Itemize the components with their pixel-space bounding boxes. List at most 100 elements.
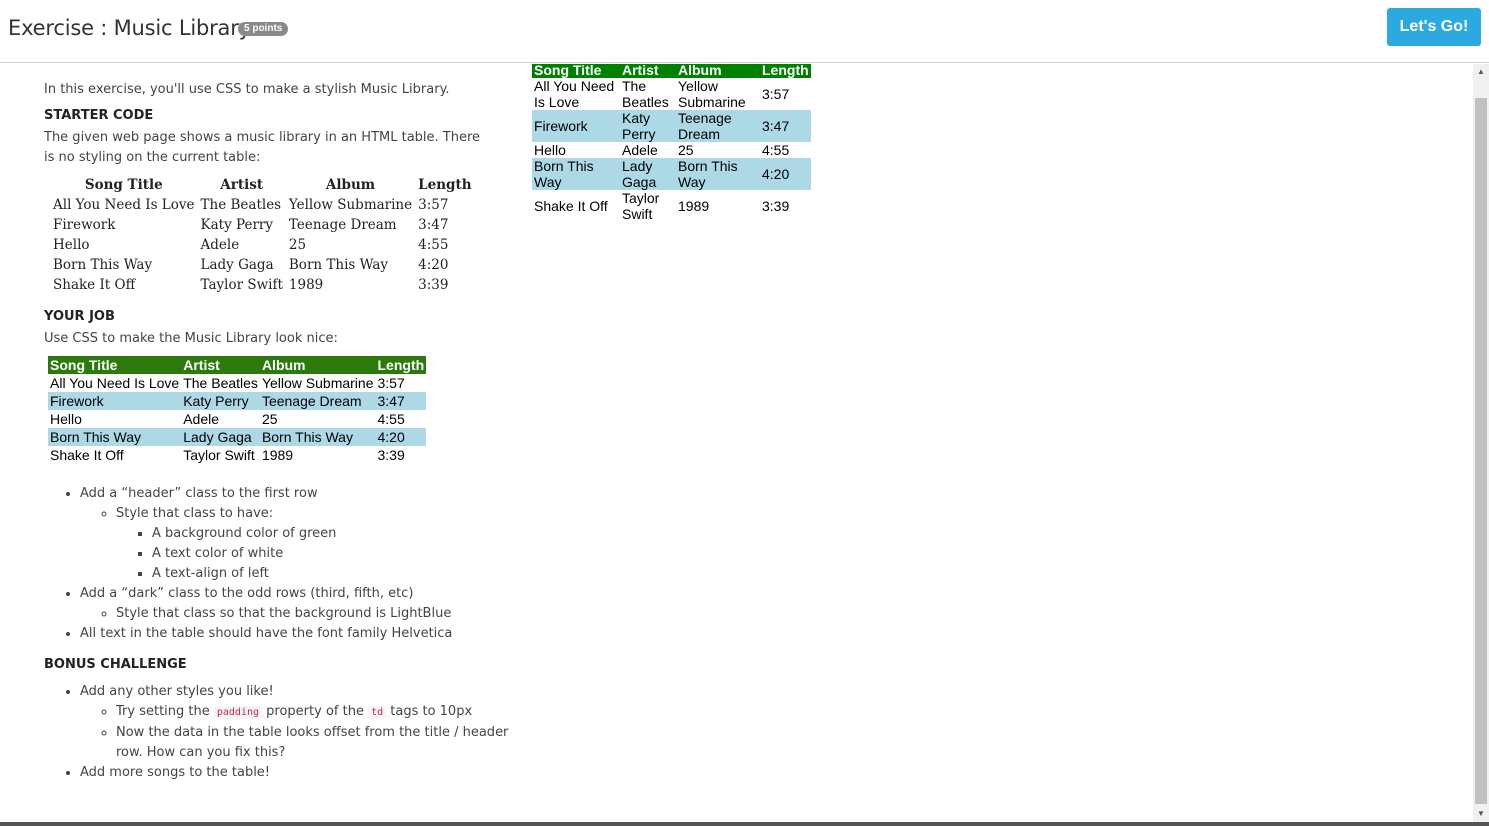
table-row: Firework Katy Perry Teenage Dream 3:47 (51, 215, 474, 235)
cell-album: Teenage Dream (676, 110, 760, 142)
cell-title: Firework (532, 110, 620, 142)
cell-length: 3:47 (375, 392, 427, 410)
cell-title: Shake It Off (53, 277, 136, 293)
cell-artist: Katy Perry (620, 110, 676, 142)
preview-panel[interactable]: Song Title Artist Album Length All You N… (531, 64, 1473, 822)
cell-artist: Adele (200, 237, 240, 253)
header-length: Length (375, 356, 427, 374)
table-row: All You Need Is Love The Beatles Yellow … (48, 374, 426, 392)
cell-album: 25 (678, 142, 694, 158)
header-album: Album (325, 177, 376, 193)
cell-title: All You Need Is Love (53, 197, 195, 213)
cell-album: Yellow Submarine (261, 375, 374, 391)
cell-title: Born This Way (48, 428, 182, 446)
list-item: Style that class to have: A background c… (116, 504, 530, 584)
scroll-down-icon[interactable]: ▼ (1473, 806, 1489, 822)
cell-length: 3:57 (762, 86, 790, 102)
list-item: All text in the table should have the fo… (80, 624, 530, 644)
table-row: All You Need Is Love The Beatles Yellow … (51, 195, 474, 215)
table-row: Shake It Off Taylor Swift 1989 3:39 (51, 275, 474, 295)
cell-artist: The Beatles (622, 78, 669, 110)
cell-artist: Taylor Swift (183, 447, 255, 463)
cell-length: 4:55 (762, 142, 790, 158)
table-row: Song Title Artist Album Length (532, 64, 811, 78)
points-badge: 5 points (238, 22, 289, 36)
cell-title: Born This Way (532, 158, 620, 190)
task-list: Add a “header” class to the first row St… (0, 484, 530, 644)
table-row: Hello Adele 25 4:55 (532, 142, 811, 158)
vertical-scrollbar[interactable]: ▲ ▼ (1473, 64, 1489, 822)
cell-title: Hello (53, 237, 90, 253)
table-row: Hello Adele 25 4:55 (51, 235, 474, 255)
cell-title: All You Need Is Love (50, 375, 180, 391)
cell-length: 4:20 (760, 158, 811, 190)
cell-length: 3:47 (418, 217, 449, 233)
cell-length: 3:39 (418, 277, 449, 293)
cell-artist: Adele (622, 142, 658, 158)
header-artist: Artist (181, 356, 260, 374)
cell-title: Firework (53, 217, 116, 233)
list-item-text: property of the (262, 704, 369, 719)
instructions-panel: In this exercise, you'll use CSS to make… (0, 64, 530, 822)
list-item-text: Try setting the (116, 704, 214, 719)
cell-length: 4:20 (375, 428, 427, 446)
cell-artist: Taylor Swift (622, 190, 660, 222)
cell-title: Firework (48, 392, 182, 410)
bonus-list: Add any other styles you like! Try setti… (0, 682, 530, 783)
cell-artist: The Beatles (200, 197, 282, 213)
list-item: A background color of green (152, 524, 530, 544)
cell-length: 3:47 (760, 110, 811, 142)
lets-go-button[interactable]: Let's Go! (1387, 8, 1481, 46)
table-row: Born This Way Lady Gaga Born This Way 4:… (51, 255, 474, 275)
exercise-header: Exercise : Music Library 5 points Let's … (0, 0, 1489, 63)
starter-code-heading: STARTER CODE (44, 108, 154, 123)
cell-album: Yellow Submarine (678, 78, 746, 110)
cell-length: 4:55 (377, 411, 405, 427)
list-item: Try setting the padding property of the … (116, 702, 530, 723)
cell-title: Shake It Off (50, 447, 124, 463)
cell-artist: Adele (183, 411, 220, 427)
cell-album: 1989 (261, 447, 294, 463)
bonus-heading: BONUS CHALLENGE (44, 657, 187, 672)
cell-title: Hello (534, 142, 566, 158)
list-item: Add a “dark” class to the odd rows (thir… (80, 584, 530, 624)
list-item: Now the data in the table looks offset f… (116, 723, 530, 763)
list-item: Add any other styles you like! Try setti… (80, 682, 530, 763)
header-album: Album (676, 64, 760, 78)
code-td: td (368, 706, 387, 719)
scroll-up-icon[interactable]: ▲ (1473, 64, 1489, 80)
cell-title: All You Need Is Love (534, 78, 615, 110)
example-table: Song Title Artist Album Length All You N… (48, 356, 427, 464)
table-row: Song Title Artist Album Length (51, 175, 474, 195)
bottom-edge (0, 822, 1489, 826)
cell-album: 1989 (288, 277, 324, 293)
cell-album: Born This Way (676, 158, 760, 190)
table-row: All You Need Is Love The Beatles Yellow … (532, 78, 811, 110)
cell-length: 3:57 (377, 375, 405, 391)
header-length: Length (760, 64, 811, 78)
cell-album: Teenage Dream (259, 392, 376, 410)
header-song-title: Song Title (532, 64, 620, 78)
list-item-text: Add a “header” class to the first row (80, 486, 318, 501)
table-row: Shake It Off Taylor Swift 1989 3:39 (48, 446, 426, 464)
cell-album: Teenage Dream (288, 217, 397, 233)
cell-artist: Katy Perry (200, 217, 273, 233)
starter-table: Song Title Artist Album Length All You N… (49, 175, 476, 295)
table-row: Hello Adele 25 4:55 (48, 410, 426, 428)
scrollbar-thumb[interactable] (1475, 98, 1487, 804)
table-row: Firework Katy Perry Teenage Dream 3:47 (48, 392, 427, 410)
cell-artist: Lady Gaga (200, 257, 274, 273)
list-item-text: tags to 10px (386, 704, 473, 719)
cell-album: 1989 (678, 198, 710, 214)
header-length: Length (418, 177, 472, 193)
cell-album: 25 (288, 237, 307, 253)
list-item: Add a “header” class to the first row St… (80, 484, 530, 584)
starter-code-text: The given web page shows a music library… (44, 130, 481, 165)
cell-album: Born This Way (288, 257, 388, 273)
cell-artist: Lady Gaga (620, 158, 676, 190)
your-job-text: Use CSS to make the Music Library look n… (44, 331, 338, 346)
list-item: Style that class so that the background … (116, 604, 530, 624)
table-row: Shake It Off Taylor Swift 1989 3:39 (532, 190, 811, 222)
table-row: Song Title Artist Album Length (48, 356, 427, 374)
cell-album: Yellow Submarine (288, 197, 413, 213)
